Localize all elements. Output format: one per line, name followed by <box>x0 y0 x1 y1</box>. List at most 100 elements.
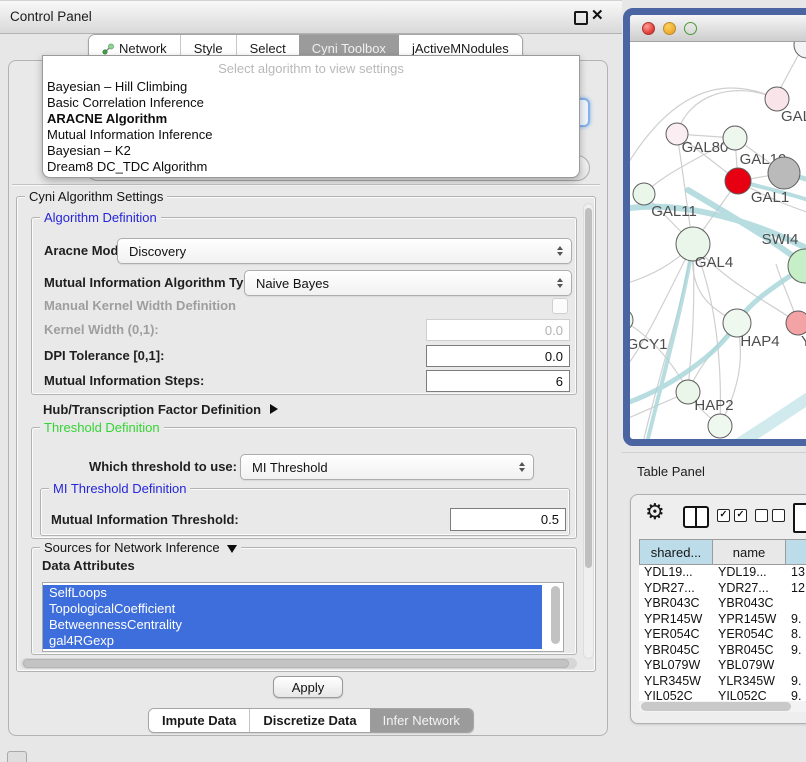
mi-type-select[interactable]: Naive Bayes <box>244 270 572 296</box>
algorithm-option[interactable]: ARACNE Algorithm <box>43 111 579 127</box>
table-panel-window: ⚙ ✓✓ shared...name YDL19...YDL19...13YDR… <box>630 494 806 724</box>
table-cell <box>786 596 806 612</box>
settings-horizontal-scrollbar[interactable] <box>21 658 577 669</box>
section-divider <box>12 184 600 186</box>
algorithm-option[interactable]: Bayesian – Hill Climbing <box>43 79 579 95</box>
collapse-arrow-icon[interactable] <box>227 545 237 553</box>
table-row[interactable]: YER054CYER054C8. <box>639 627 806 643</box>
aracne-mode-select[interactable]: Discovery <box>117 238 572 264</box>
data-attribute-item[interactable]: SelfLoops <box>43 585 542 601</box>
close-icon[interactable]: ✕ <box>591 6 604 24</box>
which-threshold-label: Which threshold to use: <box>87 454 237 480</box>
group-title: Algorithm Definition <box>40 210 161 225</box>
column-header[interactable] <box>786 539 806 565</box>
kernel-width-input[interactable]: 0.0 <box>426 319 570 341</box>
table-horizontal-scrollbar[interactable] <box>639 701 806 712</box>
tab-infer-network[interactable]: Infer Network <box>370 709 473 732</box>
network-node-label: HAP4 <box>740 333 779 350</box>
table-cell: 9. <box>786 612 806 628</box>
scrollbar-thumb[interactable] <box>585 208 592 568</box>
network-node-y[interactable] <box>786 311 806 335</box>
table-row[interactable]: YDL19...YDL19...13 <box>639 565 806 581</box>
table-cell: YBR043C <box>713 596 786 612</box>
table-row[interactable]: YLR345WYLR345W9. <box>639 674 806 690</box>
algorithm-option[interactable]: Bayesian – K2 <box>43 143 579 159</box>
dpi-tolerance-input[interactable]: 0.0 <box>426 345 570 367</box>
table-row[interactable]: YBL079WYBL079W <box>639 658 806 674</box>
scrollbar-thumb[interactable] <box>23 659 569 668</box>
table-cell: YDL19... <box>639 565 713 581</box>
field-value: 0.5 <box>541 512 559 527</box>
table-cell: YLR345W <box>713 674 786 690</box>
table-row[interactable]: YDR27...YDR27...12 <box>639 581 806 597</box>
manual-kernel-checkbox[interactable] <box>552 298 568 314</box>
network-node-gcy1[interactable] <box>630 309 633 331</box>
algorithm-option[interactable]: Dream8 DC_TDC Algorithm <box>43 159 579 175</box>
table-row[interactable]: YBR043CYBR043C <box>639 596 806 612</box>
data-attribute-item[interactable]: BetweennessCentrality <box>43 617 542 633</box>
data-attribute-item[interactable]: gal4RGexp <box>43 633 542 649</box>
table-cell: YBR045C <box>713 643 786 659</box>
data-attribute-item[interactable]: TopologicalCoefficient <box>43 601 542 617</box>
list-scrollbar[interactable] <box>551 586 560 648</box>
hub-definition-toggle[interactable]: Hub/Transcription Factor Definition <box>43 400 278 418</box>
network-node-gal11[interactable] <box>633 183 655 205</box>
algorithm-option-list: Bayesian – Hill ClimbingBasic Correlatio… <box>43 79 579 175</box>
network-node[interactable] <box>708 414 732 438</box>
threshold-select[interactable]: MI Threshold <box>240 454 534 480</box>
mi-threshold-label: Mutual Information Threshold: <box>51 508 239 531</box>
network-node[interactable] <box>768 157 800 189</box>
scrollbar-thumb[interactable] <box>551 586 560 644</box>
minimize-button[interactable] <box>663 22 676 35</box>
tab-discretize-data[interactable]: Discretize Data <box>249 709 369 732</box>
network-window-titlebar[interactable] <box>630 15 806 42</box>
algorithm-option[interactable]: Basic Correlation Inference <box>43 95 579 111</box>
file-icon[interactable] <box>793 503 806 533</box>
group-title: Cyni Algorithm Settings <box>25 189 167 204</box>
table-row[interactable]: YIL052CYIL052C9. <box>639 689 806 701</box>
columns-icon[interactable] <box>683 506 709 528</box>
tab-impute-data[interactable]: Impute Data <box>149 709 249 732</box>
table-cell: YIL052C <box>639 689 713 701</box>
dropdown-placeholder: Select algorithm to view settings <box>43 56 579 79</box>
mi-threshold-input[interactable]: 0.5 <box>450 508 566 531</box>
field-value: 0.0 <box>545 323 563 338</box>
close-button[interactable] <box>642 22 655 35</box>
column-header[interactable]: shared... <box>639 539 713 565</box>
table-cell: YER054C <box>713 627 786 643</box>
select-all-checkboxes-icon[interactable]: ✓✓ <box>717 509 747 522</box>
network-node-gal10[interactable] <box>723 126 747 150</box>
network-node-label: SWI4 <box>762 231 799 248</box>
network-node-gal1[interactable] <box>725 168 751 194</box>
hub-definition-label: Hub/Transcription Factor Definition <box>43 402 261 417</box>
table-cell: 13 <box>786 565 806 581</box>
table-row[interactable]: YPR145WYPR145W9. <box>639 612 806 628</box>
table-cell: YBL079W <box>639 658 713 674</box>
float-window-icon[interactable] <box>574 11 588 25</box>
combo-value: MI Threshold <box>252 460 328 475</box>
column-header[interactable]: name <box>713 539 786 565</box>
table-cell: YPR145W <box>639 612 713 628</box>
scrollbar-thumb[interactable] <box>641 702 791 711</box>
panel-corner-icon[interactable] <box>7 751 27 762</box>
network-window: GALGAL80GAL10GAL1GAL11GAL4SWI4GCY1HAP4YH… <box>623 8 806 446</box>
expand-arrow-icon <box>270 404 278 414</box>
mi-steps-input[interactable]: 6 <box>426 370 570 392</box>
table-cell: 8. <box>786 627 806 643</box>
spinner-icon <box>557 278 563 288</box>
table-cell: 9. <box>786 689 806 701</box>
gear-icon[interactable]: ⚙ <box>645 499 665 525</box>
table-cell: 12 <box>786 581 806 597</box>
deselect-all-checkboxes-icon[interactable] <box>755 509 785 522</box>
field-value: 6 <box>556 374 563 389</box>
algorithm-option[interactable]: Mutual Information Inference <box>43 127 579 143</box>
network-node[interactable] <box>794 42 806 58</box>
network-canvas[interactable]: GALGAL80GAL10GAL1GAL11GAL4SWI4GCY1HAP4YH… <box>630 42 806 440</box>
manual-kernel-label: Manual Kernel Width Definition <box>44 298 236 314</box>
zoom-button[interactable] <box>684 22 697 35</box>
apply-button[interactable]: Apply <box>273 676 343 698</box>
table-row[interactable]: YBR045CYBR045C9. <box>639 643 806 659</box>
settings-scrollbar[interactable] <box>583 203 594 659</box>
network-node-label: GAL1 <box>751 189 789 206</box>
data-attributes-label: Data Attributes <box>42 558 135 573</box>
